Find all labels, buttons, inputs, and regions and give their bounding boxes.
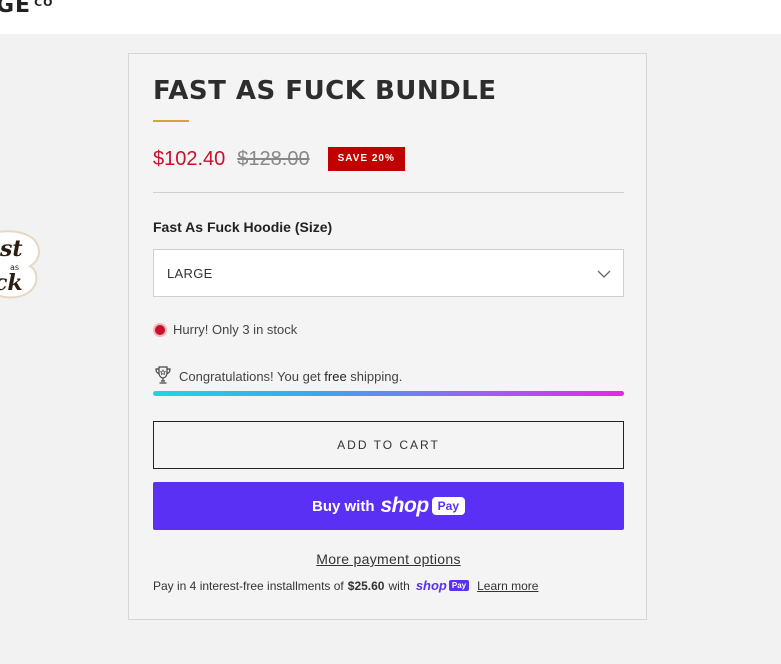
shop-logo: shop [380, 494, 429, 517]
compare-price: $128.00 [237, 147, 310, 170]
more-payment-options-link[interactable]: More payment options [129, 551, 648, 567]
installments-message: Pay in 4 interest-free installments of $… [153, 578, 538, 593]
stock-dot-icon [155, 324, 165, 335]
top-bar: GE CO [0, 0, 781, 34]
buy-with-label: Buy with [311, 497, 375, 515]
save-badge: SAVE 20% [327, 147, 405, 171]
title-underline [153, 120, 189, 122]
shipping-suffix: shipping. [346, 369, 403, 384]
product-info-card: FAST AS FUCK BUNDLE $102.40 $128.00 SAVE… [128, 53, 647, 620]
sale-price: $102.40 [153, 147, 226, 170]
option-label: Fast As Fuck Hoodie (Size) [153, 219, 333, 235]
learn-more-link[interactable]: Learn more [477, 579, 538, 593]
size-select[interactable]: LARGE [153, 249, 624, 297]
installments-with: with [388, 578, 410, 593]
shipping-free: free [324, 369, 347, 384]
trophy-icon [153, 365, 173, 388]
shop-pay-button[interactable]: Buy with shop Pay [153, 482, 624, 530]
stock-indicator: Hurry! Only 3 in stock [153, 322, 297, 337]
stock-message: Hurry! Only 3 in stock [173, 322, 298, 337]
product-title: FAST AS FUCK BUNDLE [153, 76, 497, 106]
installments-amount: $25.60 [347, 578, 385, 593]
divider [153, 192, 624, 193]
shipping-progress-bar [153, 391, 624, 396]
pay-mini-badge: Pay [448, 580, 470, 591]
chevron-down-icon [597, 267, 611, 282]
logo-text: GE [0, 0, 32, 18]
size-select-value: LARGE [167, 265, 213, 281]
logo-suffix: CO [34, 0, 54, 9]
installments-prefix: Pay in 4 interest-free installments of [153, 578, 344, 593]
shop-pay-mini-logo: shop [415, 578, 447, 593]
price-row: $102.40 $128.00 SAVE 20% [153, 147, 405, 171]
svg-text:ck: ck [0, 270, 23, 296]
shipping-message: Congratulations! You get free shipping. [153, 365, 402, 388]
shipping-prefix: Congratulations! You get [179, 369, 325, 384]
store-logo[interactable]: GE CO [0, 0, 54, 18]
add-to-cart-button[interactable]: ADD TO CART [153, 421, 624, 469]
product-sticker-image[interactable]: st as ck [0, 226, 42, 302]
pay-badge: Pay [431, 497, 466, 515]
svg-text:st: st [0, 236, 23, 262]
